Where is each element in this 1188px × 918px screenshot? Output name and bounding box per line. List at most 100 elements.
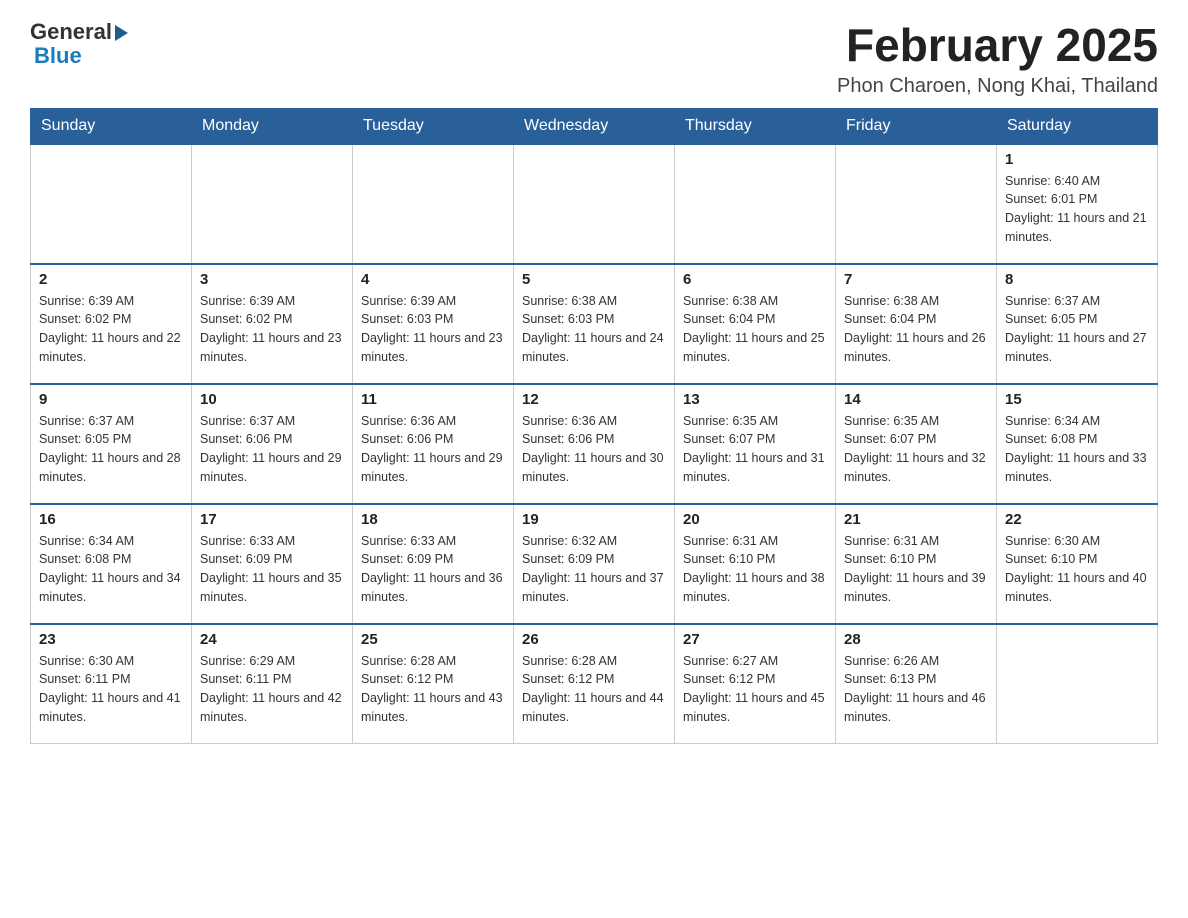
day-number: 7 (844, 271, 988, 288)
day-number: 9 (39, 391, 183, 408)
calendar-cell: 20Sunrise: 6:31 AMSunset: 6:10 PMDayligh… (675, 504, 836, 624)
calendar-cell: 22Sunrise: 6:30 AMSunset: 6:10 PMDayligh… (997, 504, 1158, 624)
day-number: 25 (361, 631, 505, 648)
day-info: Sunrise: 6:38 AMSunset: 6:03 PMDaylight:… (522, 292, 666, 367)
calendar-cell: 26Sunrise: 6:28 AMSunset: 6:12 PMDayligh… (514, 624, 675, 744)
day-number: 23 (39, 631, 183, 648)
day-info: Sunrise: 6:30 AMSunset: 6:11 PMDaylight:… (39, 652, 183, 727)
calendar-cell: 9 Sunrise: 6:37 AMSunset: 6:05 PMDaylight… (31, 384, 192, 504)
week-row-1: 1 Sunrise: 6:40 AMSunset: 6:01 PMDaylight… (31, 144, 1158, 264)
calendar-cell: 7 Sunrise: 6:38 AMSunset: 6:04 PMDaylight… (836, 264, 997, 384)
day-info: Sunrise: 6:29 AMSunset: 6:11 PMDaylight:… (200, 652, 344, 727)
calendar-cell: 19 Sunrise: 6:32 AMSunset: 6:09 PMDayligh… (514, 504, 675, 624)
day-info: Sunrise: 6:39 AMSunset: 6:02 PMDaylight:… (200, 292, 344, 367)
day-number: 27 (683, 631, 827, 648)
day-info: Sunrise: 6:37 AMSunset: 6:05 PMDaylight:… (1005, 292, 1149, 367)
day-info: Sunrise: 6:38 AMSunset: 6:04 PMDaylight:… (683, 292, 827, 367)
day-number: 15 (1005, 391, 1149, 408)
page-header: General Blue February 2025 Phon Charoen,… (30, 20, 1158, 98)
day-info: Sunrise: 6:38 AMSunset: 6:04 PMDaylight:… (844, 292, 988, 367)
location-title: Phon Charoen, Nong Khai, Thailand (837, 75, 1158, 98)
day-info: Sunrise: 6:31 AMSunset: 6:10 PMDaylight:… (844, 532, 988, 607)
day-info: Sunrise: 6:28 AMSunset: 6:12 PMDaylight:… (361, 652, 505, 727)
calendar-cell: 2 Sunrise: 6:39 AMSunset: 6:02 PMDaylight… (31, 264, 192, 384)
day-info: Sunrise: 6:35 AMSunset: 6:07 PMDaylight:… (683, 412, 827, 487)
day-number: 3 (200, 271, 344, 288)
day-info: Sunrise: 6:36 AMSunset: 6:06 PMDaylight:… (522, 412, 666, 487)
day-number: 16 (39, 511, 183, 528)
calendar-cell: 24 Sunrise: 6:29 AMSunset: 6:11 PMDayligh… (192, 624, 353, 744)
calendar-cell: 15 Sunrise: 6:34 AMSunset: 6:08 PMDayligh… (997, 384, 1158, 504)
calendar-header-row: SundayMondayTuesdayWednesdayThursdayFrid… (31, 108, 1158, 144)
day-info: Sunrise: 6:35 AMSunset: 6:07 PMDaylight:… (844, 412, 988, 487)
day-number: 6 (683, 271, 827, 288)
calendar-cell: 13 Sunrise: 6:35 AMSunset: 6:07 PMDayligh… (675, 384, 836, 504)
calendar-cell: 11Sunrise: 6:36 AMSunset: 6:06 PMDayligh… (353, 384, 514, 504)
weekday-header-monday: Monday (192, 108, 353, 144)
day-info: Sunrise: 6:30 AMSunset: 6:10 PMDaylight:… (1005, 532, 1149, 607)
day-info: Sunrise: 6:33 AMSunset: 6:09 PMDaylight:… (361, 532, 505, 607)
day-number: 1 (1005, 151, 1149, 168)
calendar-cell: 21 Sunrise: 6:31 AMSunset: 6:10 PMDayligh… (836, 504, 997, 624)
day-number: 2 (39, 271, 183, 288)
day-number: 14 (844, 391, 988, 408)
logo: General Blue (30, 20, 128, 68)
day-number: 4 (361, 271, 505, 288)
day-info: Sunrise: 6:34 AMSunset: 6:08 PMDaylight:… (1005, 412, 1149, 487)
day-info: Sunrise: 6:40 AMSunset: 6:01 PMDaylight:… (1005, 172, 1149, 247)
week-row-2: 2 Sunrise: 6:39 AMSunset: 6:02 PMDaylight… (31, 264, 1158, 384)
day-number: 17 (200, 511, 344, 528)
weekday-header-sunday: Sunday (31, 108, 192, 144)
day-info: Sunrise: 6:33 AMSunset: 6:09 PMDaylight:… (200, 532, 344, 607)
logo-blue-text: Blue (34, 44, 128, 68)
calendar-cell (514, 144, 675, 264)
weekday-header-friday: Friday (836, 108, 997, 144)
calendar-cell: 16 Sunrise: 6:34 AMSunset: 6:08 PMDayligh… (31, 504, 192, 624)
calendar-cell: 6 Sunrise: 6:38 AMSunset: 6:04 PMDaylight… (675, 264, 836, 384)
calendar-cell: 23 Sunrise: 6:30 AMSunset: 6:11 PMDayligh… (31, 624, 192, 744)
day-info: Sunrise: 6:26 AMSunset: 6:13 PMDaylight:… (844, 652, 988, 727)
day-number: 13 (683, 391, 827, 408)
weekday-header-saturday: Saturday (997, 108, 1158, 144)
day-number: 28 (844, 631, 988, 648)
week-row-4: 16 Sunrise: 6:34 AMSunset: 6:08 PMDayligh… (31, 504, 1158, 624)
day-number: 24 (200, 631, 344, 648)
calendar-cell: 14 Sunrise: 6:35 AMSunset: 6:07 PMDayligh… (836, 384, 997, 504)
day-number: 11 (361, 391, 505, 408)
day-info: Sunrise: 6:37 AMSunset: 6:05 PMDaylight:… (39, 412, 183, 487)
week-row-5: 23 Sunrise: 6:30 AMSunset: 6:11 PMDayligh… (31, 624, 1158, 744)
calendar-cell: 3 Sunrise: 6:39 AMSunset: 6:02 PMDaylight… (192, 264, 353, 384)
calendar-cell (353, 144, 514, 264)
day-number: 10 (200, 391, 344, 408)
calendar-cell: 1 Sunrise: 6:40 AMSunset: 6:01 PMDaylight… (997, 144, 1158, 264)
calendar-cell: 17 Sunrise: 6:33 AMSunset: 6:09 PMDayligh… (192, 504, 353, 624)
weekday-header-thursday: Thursday (675, 108, 836, 144)
calendar-cell (836, 144, 997, 264)
title-block: February 2025 Phon Charoen, Nong Khai, T… (837, 20, 1158, 98)
day-number: 5 (522, 271, 666, 288)
calendar-cell: 4Sunrise: 6:39 AMSunset: 6:03 PMDaylight… (353, 264, 514, 384)
weekday-header-wednesday: Wednesday (514, 108, 675, 144)
calendar-cell: 28 Sunrise: 6:26 AMSunset: 6:13 PMDayligh… (836, 624, 997, 744)
day-number: 12 (522, 391, 666, 408)
calendar-cell: 12 Sunrise: 6:36 AMSunset: 6:06 PMDayligh… (514, 384, 675, 504)
week-row-3: 9 Sunrise: 6:37 AMSunset: 6:05 PMDaylight… (31, 384, 1158, 504)
day-number: 18 (361, 511, 505, 528)
day-info: Sunrise: 6:39 AMSunset: 6:02 PMDaylight:… (39, 292, 183, 367)
calendar-cell: 25 Sunrise: 6:28 AMSunset: 6:12 PMDayligh… (353, 624, 514, 744)
logo-general-text: General (30, 20, 112, 44)
calendar-cell (675, 144, 836, 264)
calendar-table: SundayMondayTuesdayWednesdayThursdayFrid… (30, 108, 1158, 745)
calendar-cell: 18 Sunrise: 6:33 AMSunset: 6:09 PMDayligh… (353, 504, 514, 624)
day-number: 19 (522, 511, 666, 528)
weekday-header-tuesday: Tuesday (353, 108, 514, 144)
calendar-cell: 10Sunrise: 6:37 AMSunset: 6:06 PMDayligh… (192, 384, 353, 504)
day-number: 8 (1005, 271, 1149, 288)
calendar-cell (997, 624, 1158, 744)
day-number: 21 (844, 511, 988, 528)
month-title: February 2025 (837, 20, 1158, 71)
calendar-cell: 8 Sunrise: 6:37 AMSunset: 6:05 PMDaylight… (997, 264, 1158, 384)
day-info: Sunrise: 6:32 AMSunset: 6:09 PMDaylight:… (522, 532, 666, 607)
calendar-cell: 5 Sunrise: 6:38 AMSunset: 6:03 PMDaylight… (514, 264, 675, 384)
day-info: Sunrise: 6:34 AMSunset: 6:08 PMDaylight:… (39, 532, 183, 607)
